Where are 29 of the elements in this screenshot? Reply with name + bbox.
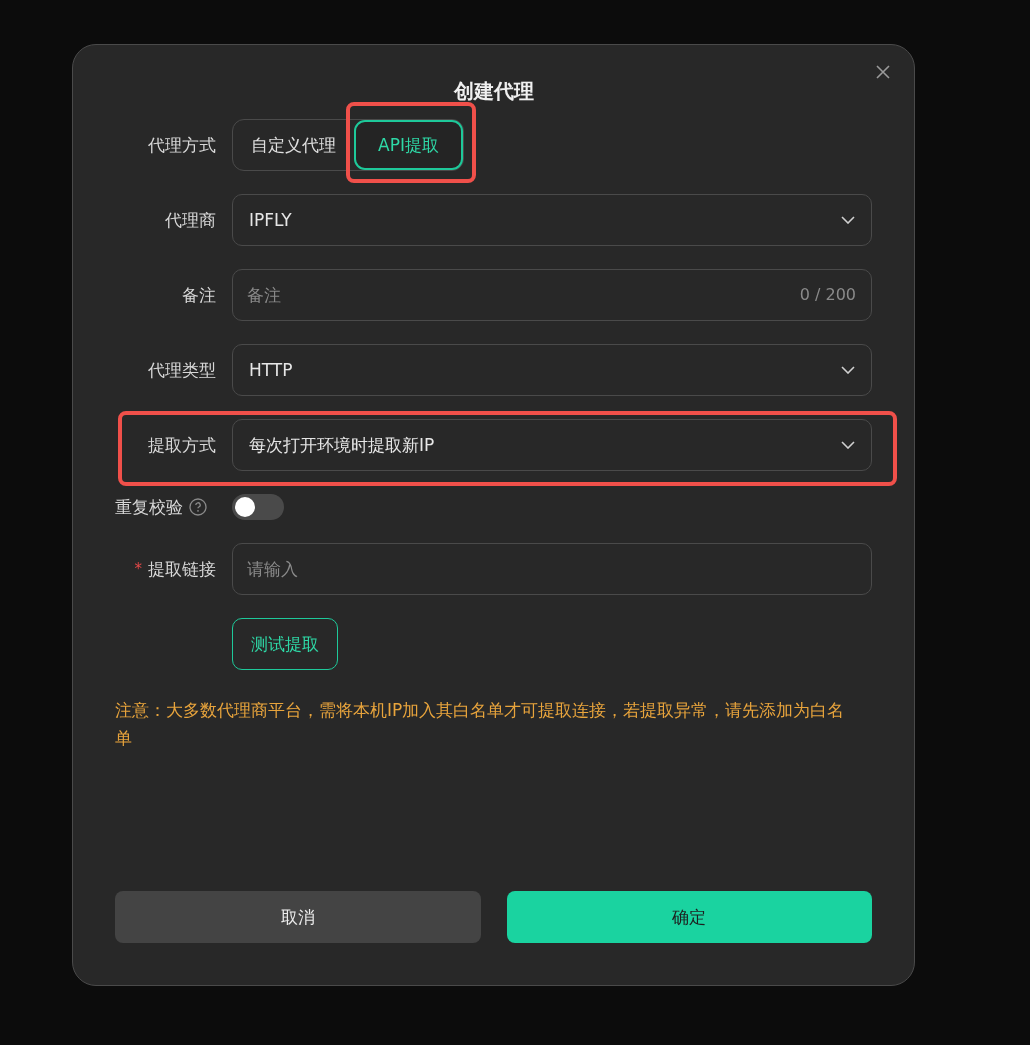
required-asterisk: * — [134, 560, 142, 578]
field-label: 提取方式 — [148, 433, 216, 457]
character-counter: 0 / 200 — [799, 285, 856, 304]
field-label: 备注 — [182, 283, 216, 307]
test-button[interactable]: 测试提取 — [232, 618, 338, 670]
chevron-down-icon — [841, 366, 855, 374]
close-icon — [876, 65, 890, 79]
close-button[interactable] — [876, 65, 890, 79]
field-label: 代理类型 — [148, 358, 216, 382]
dropdown-value: HTTP — [249, 360, 294, 380]
field-label: 重复校验 — [115, 495, 183, 519]
dialog-title: 创建代理 — [453, 78, 534, 105]
toggle-switch[interactable] — [232, 494, 284, 520]
chevron-down-icon — [841, 216, 855, 224]
dropdown[interactable]: HTTP — [232, 344, 872, 396]
field-label: 代理商 — [165, 208, 216, 232]
confirm-button[interactable]: 确定 — [506, 891, 872, 943]
field-label: 代理方式 — [148, 133, 216, 157]
chevron-down-icon — [841, 441, 855, 449]
dropdown-value: IPFLY — [249, 210, 293, 230]
dropdown[interactable]: 每次打开环境时提取新IP — [232, 419, 872, 471]
input-field[interactable]: 请输入 — [232, 543, 872, 595]
mode-option[interactable]: API提取 — [354, 120, 463, 170]
cancel-button[interactable]: 取消 — [115, 891, 481, 943]
dropdown[interactable]: IPFLY — [232, 194, 872, 246]
mode-option[interactable]: 自定义代理 — [233, 120, 354, 170]
field-label: 提取链接 — [148, 557, 216, 581]
dropdown-value: 每次打开环境时提取新IP — [249, 433, 436, 457]
warning-note: 注意：大多数代理商平台，需将本机IP加入其白名单才可提取连接，若提取异常，请先添加为白名单 — [115, 699, 845, 750]
